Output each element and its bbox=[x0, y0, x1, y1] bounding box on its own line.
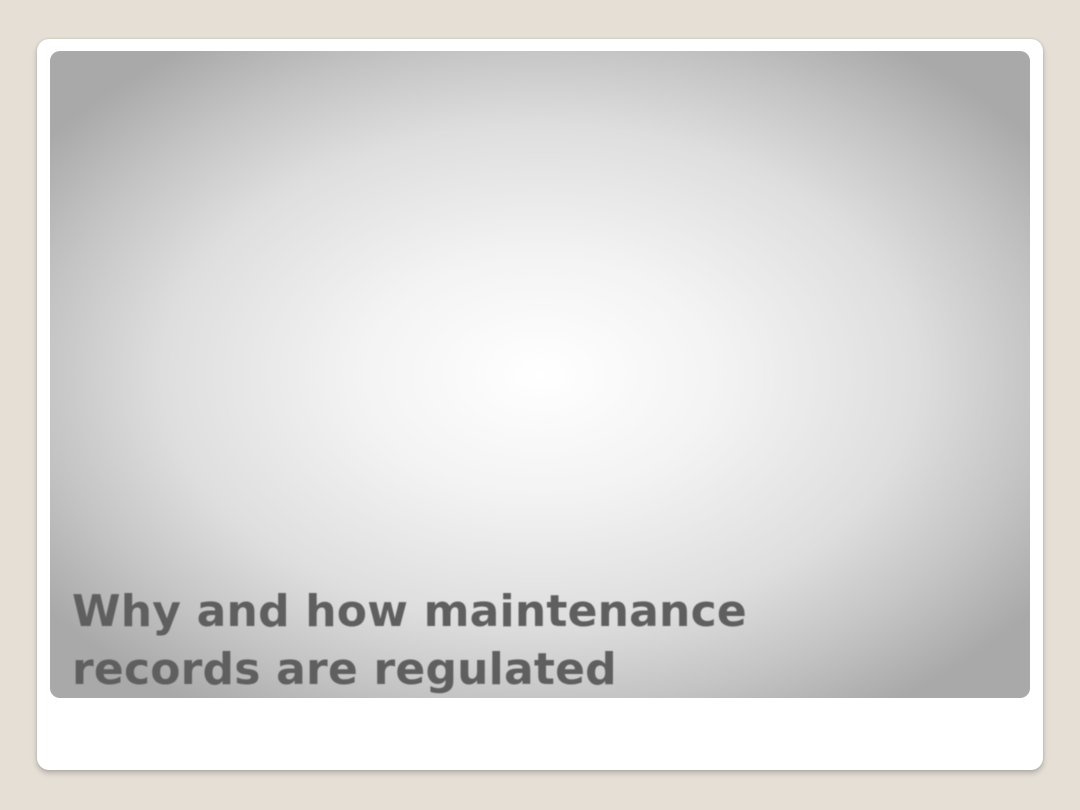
slide-title-line-2: records are regulated bbox=[72, 644, 617, 695]
slide-card: Why and how maintenance records are regu… bbox=[37, 39, 1043, 770]
slide-title: Why and how maintenance records are regu… bbox=[72, 583, 972, 698]
slide-title-panel: Why and how maintenance records are regu… bbox=[50, 51, 1030, 698]
slide-title-line-1: Why and how maintenance bbox=[72, 586, 747, 637]
